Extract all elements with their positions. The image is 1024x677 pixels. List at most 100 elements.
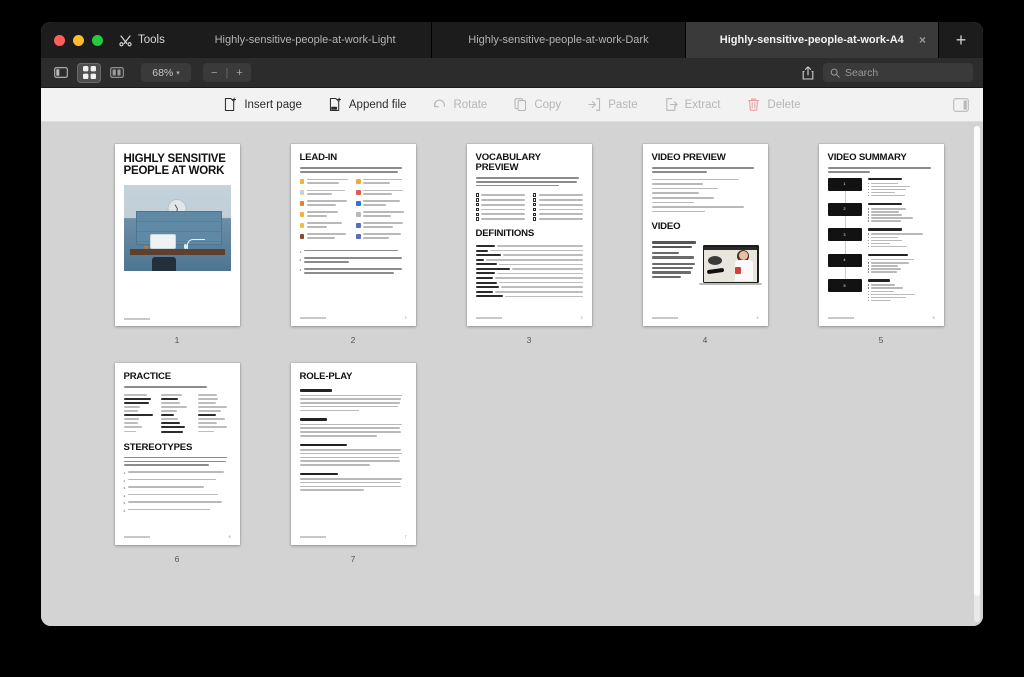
list-item[interactable] <box>475 198 525 202</box>
rotate-icon <box>434 99 446 108</box>
list-item <box>867 258 935 261</box>
page-thumbnail-1[interactable]: HIGHLY SENSITIVE PEOPLE AT WORK <box>114 144 240 326</box>
checkbox[interactable] <box>533 203 537 207</box>
page-cell[interactable]: LEAD-IN 1. 2. 3. 2 2 <box>265 144 441 345</box>
checkbox[interactable] <box>475 193 479 197</box>
section-title: VIDEO SUMMARY <box>827 152 907 163</box>
page-thumbnail-5[interactable]: VIDEO SUMMARY 1 2 3 4 5 5 <box>818 144 944 326</box>
list-item <box>299 222 351 229</box>
checkbox[interactable] <box>475 198 479 202</box>
page-number-label: 7 <box>350 554 356 564</box>
section-title: LEAD-IN <box>299 152 338 163</box>
sidebar-toggle-button[interactable] <box>49 63 73 83</box>
roleplay-heading <box>299 472 339 476</box>
checkbox[interactable] <box>533 193 537 197</box>
footer-brand <box>827 317 854 319</box>
list-item <box>475 263 583 266</box>
lamp-graphic <box>186 239 205 250</box>
right-panel-toggle-button[interactable] <box>953 97 969 112</box>
page-number-label: 1 <box>174 335 180 345</box>
video-caption <box>651 241 698 288</box>
zoom-out-button[interactable]: − <box>203 67 225 79</box>
page-thumbnail-4[interactable]: VIDEO PREVIEW VIDEO 4 <box>642 144 768 326</box>
tab-a4[interactable]: Highly-sensitive-people-at-work-A4 × <box>685 22 939 58</box>
page-thumbnail-2[interactable]: LEAD-IN 1. 2. 3. 2 <box>290 144 416 326</box>
page-thumbnail-3[interactable]: VOCABULARY PREVIEW DEFINITIONS 3 <box>466 144 592 326</box>
page-cell[interactable]: VOCABULARY PREVIEW DEFINITIONS 3 3 <box>441 144 617 345</box>
summary-section: 5 <box>827 279 935 303</box>
checkbox[interactable] <box>475 217 479 221</box>
list-item <box>867 207 935 210</box>
page-cell[interactable]: VIDEO SUMMARY 1 2 3 4 5 5 5 <box>793 144 969 345</box>
list-item[interactable] <box>533 212 583 216</box>
checkbox[interactable] <box>475 212 479 216</box>
page-thumbnail-7[interactable]: ROLE-PLAY 7 <box>290 363 416 545</box>
thumbnail-view-button[interactable] <box>77 62 101 83</box>
vertical-scrollbar[interactable] <box>974 126 980 622</box>
copy-icon <box>514 98 527 112</box>
maximize-window-button[interactable] <box>92 34 103 46</box>
checkbox[interactable] <box>475 203 479 207</box>
page-cell[interactable]: PRACTICE STEREOTYPES 1. 2. 3. 4. 5. 6. 6… <box>89 363 265 564</box>
checkbox[interactable] <box>533 217 537 221</box>
page-cell[interactable]: HIGHLY SENSITIVE PEOPLE AT WORK 1 <box>89 144 265 345</box>
summary-heading <box>867 279 891 282</box>
tab-light[interactable]: Highly-sensitive-people-at-work-Light <box>179 22 433 58</box>
list-item[interactable] <box>533 217 583 221</box>
list-item <box>867 214 935 216</box>
copy-label: Copy <box>534 98 562 111</box>
list-item: 2. <box>300 257 407 265</box>
summary-section: 4 <box>827 253 935 280</box>
new-tab-button[interactable]: + <box>939 22 983 58</box>
copy-button[interactable]: Copy <box>513 97 561 112</box>
paste-icon <box>588 98 601 111</box>
list-item[interactable] <box>475 212 525 216</box>
phrase-list <box>651 178 759 213</box>
list-item <box>867 188 935 191</box>
checkbox[interactable] <box>475 207 479 212</box>
extract-button[interactable]: Extract <box>664 97 720 112</box>
list-item[interactable] <box>533 207 583 212</box>
delete-button[interactable]: Delete <box>746 97 801 112</box>
search-field[interactable]: Search <box>823 63 973 82</box>
page-cell[interactable]: VIDEO PREVIEW VIDEO 4 4 <box>617 144 793 345</box>
paste-button[interactable]: Paste <box>587 97 638 112</box>
insert-page-button[interactable]: Insert page <box>223 97 302 112</box>
share-button[interactable] <box>797 63 819 83</box>
append-file-button[interactable]: Append file <box>328 97 406 112</box>
chevron-down-icon: ▾ <box>176 69 180 77</box>
split-view-button[interactable] <box>105 63 129 83</box>
list-item[interactable] <box>533 198 583 202</box>
footer-page-number: 4 <box>756 316 759 320</box>
tab-dark[interactable]: Highly-sensitive-people-at-work-Dark <box>432 22 686 58</box>
laptop-base <box>699 283 762 286</box>
tools-menu-button[interactable]: Tools <box>115 22 179 58</box>
close-tab-icon[interactable]: × <box>919 34 926 46</box>
scrollbar-thumb[interactable] <box>974 126 980 596</box>
traffic-lights <box>41 22 115 58</box>
app-window: Tools Highly-sensitive-people-at-work-Li… <box>41 22 983 626</box>
video-block <box>651 241 762 288</box>
list-item[interactable] <box>475 207 525 212</box>
zoom-in-button[interactable]: + <box>228 67 250 79</box>
close-window-button[interactable] <box>54 34 65 46</box>
checkbox[interactable] <box>533 198 537 202</box>
checkbox[interactable] <box>533 212 537 216</box>
list-item[interactable] <box>475 217 525 221</box>
page-footer: 4 <box>651 316 759 320</box>
section-intro-secondary <box>123 456 231 466</box>
list-item <box>867 220 935 222</box>
checkbox[interactable] <box>533 207 537 212</box>
list-item[interactable] <box>533 203 583 207</box>
minimize-window-button[interactable] <box>73 34 84 46</box>
page-cell[interactable]: ROLE-PLAY 7 7 <box>265 363 441 564</box>
list-item[interactable] <box>533 193 583 197</box>
page-thumbnail-6[interactable]: PRACTICE STEREOTYPES 1. 2. 3. 4. 5. 6. 6 <box>114 363 240 545</box>
zoom-stepper[interactable]: − | + <box>203 63 251 82</box>
rotate-button[interactable]: Rotate <box>432 97 487 112</box>
zoom-level-dropdown[interactable]: 68% ▾ <box>141 63 191 82</box>
cabinet-graphic <box>135 211 222 246</box>
list-item[interactable] <box>475 203 525 207</box>
list-item <box>867 287 935 290</box>
list-item[interactable] <box>475 193 525 197</box>
